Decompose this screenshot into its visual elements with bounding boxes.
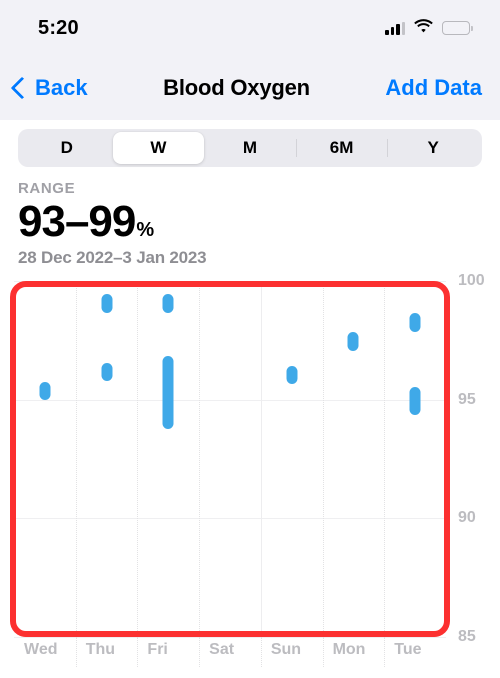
chart-y-axis-label: 100 xyxy=(458,272,485,289)
chart-data-point[interactable] xyxy=(409,313,421,332)
range-value-unit: % xyxy=(136,219,155,241)
status-bar-icons xyxy=(385,18,473,38)
add-data-button[interactable]: Add Data xyxy=(385,75,482,101)
chart-y-axis-label: 85 xyxy=(458,628,476,645)
segment-d[interactable]: D xyxy=(21,132,113,164)
chart-data-point[interactable] xyxy=(409,387,421,415)
range-value-number: 93–99 xyxy=(18,197,136,246)
wifi-icon xyxy=(414,18,433,38)
chart-axis-tick xyxy=(322,637,324,667)
chart-data-point[interactable] xyxy=(162,294,174,313)
chart-x-axis-label: Sun xyxy=(270,641,302,658)
chart-x-axis-label: Sat xyxy=(209,641,235,658)
chart-gridline-vertical xyxy=(199,281,201,637)
chart-axis-tick xyxy=(384,637,386,667)
segmented-control: D W M 6M Y xyxy=(18,129,482,167)
chart-x-axis-label: Fri xyxy=(147,641,168,658)
status-bar-time: 5:20 xyxy=(38,16,79,39)
chart-gridline-horizontal xyxy=(14,518,446,520)
range-value: 93–99% xyxy=(18,197,500,246)
chart-gridline-vertical xyxy=(75,281,78,637)
battery-icon xyxy=(442,21,473,35)
chart-gridline-vertical xyxy=(137,281,139,637)
range-date-span: 28 Dec 2022–3 Jan 2023 xyxy=(18,248,207,268)
chart-axis-tick xyxy=(260,637,262,667)
navigation-bar: Back Blood Oxygen Add Data xyxy=(0,56,500,120)
chart-data-point[interactable] xyxy=(101,363,113,382)
chart-data-point[interactable] xyxy=(347,332,359,351)
chart-y-axis-label: 90 xyxy=(458,509,476,527)
summary-block: RANGE 93–99% 28 Dec 2022–3 Jan 2023 xyxy=(0,167,500,268)
chart-x-axis-label: Thu xyxy=(85,641,116,658)
segment-w[interactable]: W xyxy=(112,132,205,164)
chart-data-point[interactable] xyxy=(162,356,174,429)
chart-axis-tick xyxy=(199,637,201,667)
segment-y[interactable]: Y xyxy=(387,132,479,164)
blood-oxygen-chart[interactable]: 100 95 90 85 xyxy=(0,272,500,678)
chart-data-point[interactable] xyxy=(39,382,51,401)
back-button-label: Back xyxy=(35,75,88,100)
chart-axis-tick xyxy=(75,637,77,667)
back-button[interactable]: Back xyxy=(10,75,88,101)
status-bar: 5:20 xyxy=(0,0,500,56)
chart-gridline-vertical xyxy=(384,281,386,637)
chart-plot-area[interactable] xyxy=(14,281,446,638)
chart-data-point[interactable] xyxy=(101,294,113,313)
chart-gridline-vertical xyxy=(260,281,263,637)
chart-gridline-horizontal xyxy=(14,637,446,638)
chart-x-axis-label: Tue xyxy=(394,641,422,658)
chart-x-axis-label: Wed xyxy=(24,641,58,658)
range-label: RANGE xyxy=(18,180,76,197)
chart-gridline-horizontal xyxy=(14,399,446,401)
chevron-left-icon xyxy=(10,76,34,99)
page-title: Blood Oxygen xyxy=(163,75,310,100)
chart-data-point[interactable] xyxy=(286,365,298,384)
chart-axis-tick xyxy=(137,637,139,667)
chart-x-axis-label: Mon xyxy=(332,641,366,658)
segment-6m[interactable]: 6M xyxy=(295,132,388,164)
chart-y-axis-label: 95 xyxy=(458,390,476,408)
chart-gridline-vertical xyxy=(322,281,325,637)
time-range-selector: D W M 6M Y xyxy=(0,120,500,167)
chart-gridline-horizontal xyxy=(14,281,446,282)
segment-m[interactable]: M xyxy=(204,132,296,164)
cellular-signal-icon xyxy=(385,21,405,35)
